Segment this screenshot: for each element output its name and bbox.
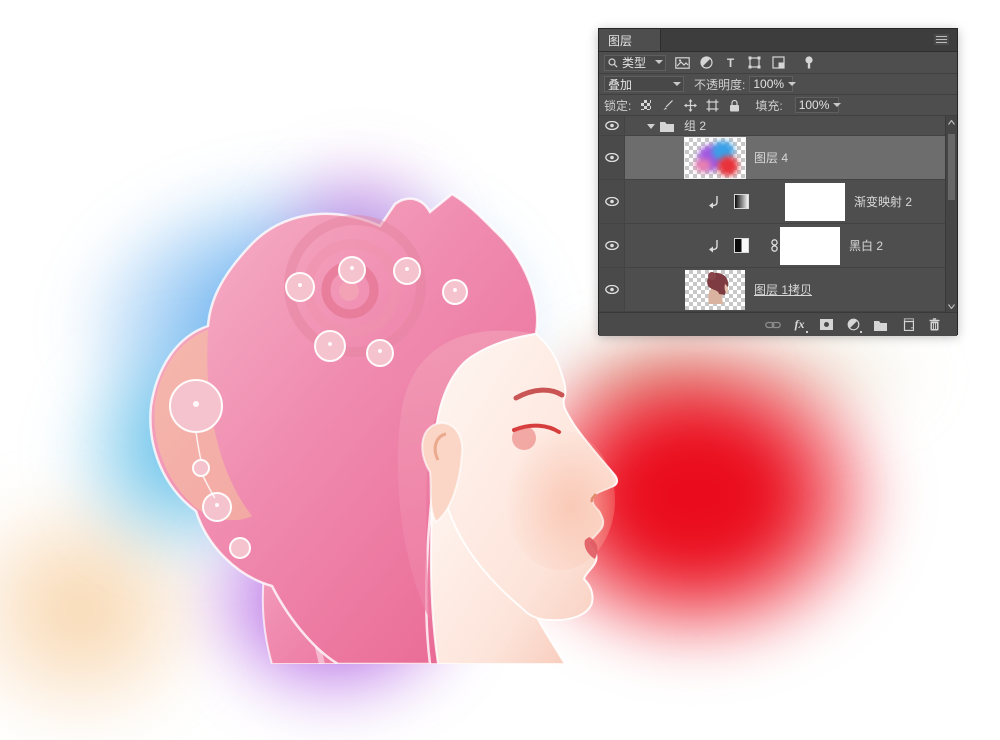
visibility-toggle[interactable] — [599, 116, 625, 135]
lock-all-icon[interactable] — [727, 98, 741, 112]
expand-collapse-icon[interactable] — [647, 122, 655, 130]
visibility-toggle[interactable] — [599, 136, 625, 179]
eye-icon — [605, 285, 619, 294]
blend-mode-value: 叠加 — [608, 76, 632, 93]
panel-footer: fx — [599, 312, 957, 336]
layer-name[interactable]: 组 2 — [684, 117, 706, 134]
add-layer-mask-icon[interactable] — [818, 317, 835, 332]
lock-bar: 锁定: 填充: 100% — [599, 95, 957, 116]
clipping-mask-icon — [708, 195, 720, 209]
fill-label: 填充: — [755, 97, 782, 114]
lock-position-icon[interactable] — [683, 98, 697, 112]
mask-link-icon[interactable] — [771, 239, 778, 252]
eye-icon — [605, 153, 619, 162]
layer-list: 组 2 图层 4 — [599, 116, 957, 312]
lock-pixels-icon[interactable] — [661, 98, 675, 112]
smart-object-filter-icon[interactable] — [771, 56, 786, 70]
layer-row-group[interactable]: 组 2 — [599, 116, 957, 136]
lock-artboard-icon[interactable] — [705, 98, 719, 112]
shape-filter-icon[interactable] — [747, 56, 762, 70]
chevron-down-icon — [833, 102, 840, 109]
layer-row-gradient-map[interactable]: 渐变映射 2 — [599, 180, 957, 224]
layer-style-icon[interactable]: fx — [791, 317, 808, 332]
new-layer-icon[interactable] — [899, 317, 916, 332]
new-group-icon[interactable] — [872, 317, 889, 332]
layer-name[interactable]: 图层 1拷贝 — [754, 281, 812, 298]
visibility-toggle[interactable] — [599, 268, 625, 311]
visibility-toggle[interactable] — [599, 224, 625, 267]
search-icon — [608, 58, 618, 68]
chevron-down-icon — [788, 81, 795, 88]
eye-icon — [605, 197, 619, 206]
new-adjustment-layer-icon[interactable] — [845, 317, 862, 332]
opacity-label: 不透明度: — [694, 76, 745, 93]
filter-type-label: 类型 — [622, 54, 646, 71]
layer-thumbnail[interactable] — [685, 138, 745, 178]
layer-thumbnail[interactable] — [685, 270, 745, 310]
blend-bar: 叠加 不透明度: 100% — [599, 74, 957, 95]
fill-value: 100% — [799, 98, 830, 112]
eye-icon — [605, 241, 619, 250]
opacity-value: 100% — [753, 77, 784, 91]
adjustment-thumbnail[interactable] — [734, 238, 749, 253]
chevron-down-icon — [655, 59, 662, 66]
scrollbar[interactable] — [945, 116, 957, 312]
eye-icon — [605, 121, 619, 130]
layers-panel: 图层 类型 T 叠加 — [598, 28, 958, 335]
layer-name[interactable]: 黑白 2 — [849, 237, 883, 254]
fill-input[interactable]: 100% — [795, 97, 839, 113]
link-layers-icon[interactable] — [764, 317, 781, 332]
text-filter-icon[interactable]: T — [723, 56, 738, 70]
filter-bar: 类型 T — [599, 52, 957, 74]
scroll-up-icon[interactable] — [946, 116, 957, 128]
scrollbar-thumb[interactable] — [948, 134, 955, 200]
pixel-filter-icon[interactable] — [675, 56, 690, 70]
lock-label: 锁定: — [604, 97, 631, 114]
panel-header: 图层 — [599, 29, 957, 52]
delete-layer-icon[interactable] — [926, 317, 943, 332]
layer-row-black-white[interactable]: 黑白 2 — [599, 224, 957, 268]
layer-mask-thumbnail[interactable] — [780, 227, 840, 265]
layer-row-copy[interactable]: 图层 1拷贝 — [599, 268, 957, 312]
opacity-input[interactable]: 100% — [749, 76, 793, 92]
layer-name[interactable]: 图层 4 — [754, 149, 788, 166]
filter-type-dropdown[interactable]: 类型 — [604, 55, 666, 71]
adjustment-thumbnail[interactable] — [734, 194, 749, 209]
chevron-down-icon — [673, 81, 680, 88]
panel-menu-icon[interactable] — [934, 34, 949, 45]
lock-transparency-icon[interactable] — [639, 98, 653, 112]
layer-mask-thumbnail[interactable] — [785, 183, 845, 221]
layer-name[interactable]: 渐变映射 2 — [854, 193, 912, 210]
tab-layers[interactable]: 图层 — [599, 29, 661, 51]
filter-toggle-icon[interactable] — [801, 56, 816, 70]
blend-mode-dropdown[interactable]: 叠加 — [604, 76, 684, 92]
clipping-mask-icon — [708, 239, 720, 253]
panel-title: 图层 — [608, 32, 632, 49]
layer-row-selected[interactable]: 图层 4 — [599, 136, 957, 180]
adjustment-filter-icon[interactable] — [699, 56, 714, 70]
visibility-toggle[interactable] — [599, 180, 625, 223]
scroll-down-icon[interactable] — [946, 300, 957, 312]
folder-icon — [659, 120, 675, 132]
